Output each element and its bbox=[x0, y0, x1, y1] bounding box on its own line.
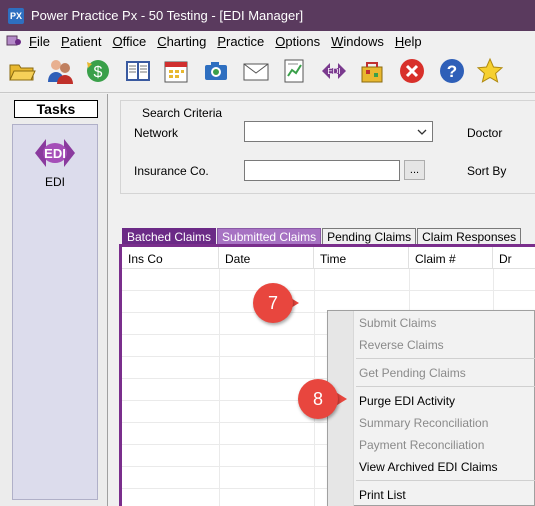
mail-icon[interactable] bbox=[240, 55, 272, 87]
menu-help[interactable]: Help bbox=[392, 34, 430, 49]
menu-windows[interactable]: Windows bbox=[328, 34, 392, 49]
chevron-down-icon[interactable] bbox=[414, 124, 430, 140]
menu-charting[interactable]: Charting bbox=[154, 34, 214, 49]
callout-step-8: 8 bbox=[298, 379, 338, 419]
menu-item-summary-reconciliation[interactable]: Summary Reconciliation bbox=[359, 413, 488, 433]
svg-text:?: ? bbox=[447, 62, 457, 81]
menu-item-reverse-claims[interactable]: Reverse Claims bbox=[359, 335, 444, 355]
grid-column-divider bbox=[219, 269, 220, 506]
tab-batched-claims[interactable]: Batched Claims bbox=[122, 228, 217, 245]
edi-task-button[interactable]: EDI EDI bbox=[33, 133, 77, 193]
window-title: Power Practice Px - 50 Testing - [EDI Ma… bbox=[31, 8, 304, 23]
toolbar: $ EDI ? bbox=[0, 51, 535, 93]
edi-task-label: EDI bbox=[44, 175, 65, 189]
tab-claim-responses[interactable]: Claim Responses bbox=[417, 228, 522, 245]
col-ins-co[interactable]: Ins Co bbox=[122, 247, 219, 269]
calendar-icon[interactable] bbox=[160, 55, 192, 87]
patients-icon[interactable] bbox=[44, 55, 76, 87]
book-icon[interactable] bbox=[122, 55, 154, 87]
report-icon[interactable] bbox=[278, 55, 310, 87]
insurance-co-label: Insurance Co. bbox=[134, 164, 209, 178]
menu-file[interactable]: File bbox=[26, 34, 58, 49]
app-logo-icon: PX bbox=[8, 7, 24, 24]
tab-submitted-claims[interactable]: Submitted Claims bbox=[217, 228, 322, 245]
menu-separator bbox=[356, 386, 535, 387]
svg-text:EDI: EDI bbox=[327, 67, 340, 76]
col-dr[interactable]: Dr bbox=[493, 247, 535, 269]
menu-item-submit-claims[interactable]: Submit Claims bbox=[359, 313, 436, 333]
svg-text:EDI: EDI bbox=[44, 146, 66, 161]
network-label: Network bbox=[134, 126, 179, 140]
menu-item-print-list[interactable]: Print List bbox=[359, 485, 406, 505]
svg-text:$: $ bbox=[94, 64, 103, 81]
network-dropdown[interactable] bbox=[244, 121, 433, 142]
gift-bag-icon[interactable] bbox=[356, 55, 388, 87]
help-icon[interactable]: ? bbox=[436, 55, 468, 87]
callout-step-7: 7 bbox=[253, 283, 293, 323]
grid-header: Ins Co Date Time Claim # Dr bbox=[122, 247, 535, 269]
claims-tabs: Batched Claims Submitted Claims Pending … bbox=[122, 228, 522, 245]
menu-options[interactable]: Options bbox=[272, 34, 328, 49]
money-icon[interactable]: $ bbox=[82, 55, 114, 87]
tasks-panel: EDI EDI bbox=[12, 124, 98, 500]
menu-patient[interactable]: Patient bbox=[58, 34, 109, 49]
open-folder-icon[interactable] bbox=[6, 55, 38, 87]
search-criteria-legend: Search Criteria bbox=[141, 106, 224, 120]
tasks-sidebar: Tasks EDI EDI bbox=[0, 94, 108, 506]
menu-practice[interactable]: Practice bbox=[214, 34, 272, 49]
menu-item-view-archived-edi-claims[interactable]: View Archived EDI Claims bbox=[359, 457, 498, 477]
edi-icon[interactable]: EDI bbox=[318, 55, 350, 87]
menu-item-payment-reconciliation[interactable]: Payment Reconciliation bbox=[359, 435, 484, 455]
camera-icon[interactable] bbox=[200, 55, 232, 87]
title-bar: PX Power Practice Px - 50 Testing - [EDI… bbox=[0, 0, 535, 31]
menu-item-purge-edi-activity[interactable]: Purge EDI Activity bbox=[359, 391, 455, 411]
col-date[interactable]: Date bbox=[219, 247, 314, 269]
col-time[interactable]: Time bbox=[314, 247, 409, 269]
doctor-label: Doctor bbox=[467, 126, 503, 140]
col-claim-number[interactable]: Claim # bbox=[409, 247, 493, 269]
tasks-header: Tasks bbox=[14, 100, 98, 118]
insurance-co-field[interactable] bbox=[244, 160, 400, 181]
edi-task-icon: EDI bbox=[35, 139, 75, 167]
star-icon[interactable] bbox=[474, 55, 506, 87]
tab-pending-claims[interactable]: Pending Claims bbox=[322, 228, 417, 245]
close-icon[interactable] bbox=[396, 55, 428, 87]
insurance-browse-button[interactable]: ... bbox=[404, 160, 425, 180]
mdi-window-icon[interactable] bbox=[6, 34, 22, 48]
sort-by-label: Sort By bbox=[467, 164, 507, 178]
context-menu: Submit Claims Reverse Claims Get Pending… bbox=[327, 310, 535, 506]
menu-bar: File Patient Office Charting Practice Op… bbox=[0, 31, 535, 51]
menu-office[interactable]: Office bbox=[109, 34, 154, 49]
table-row[interactable] bbox=[122, 269, 535, 291]
menu-item-get-pending-claims[interactable]: Get Pending Claims bbox=[359, 363, 466, 383]
menu-separator bbox=[356, 358, 535, 359]
menu-separator bbox=[356, 480, 535, 481]
